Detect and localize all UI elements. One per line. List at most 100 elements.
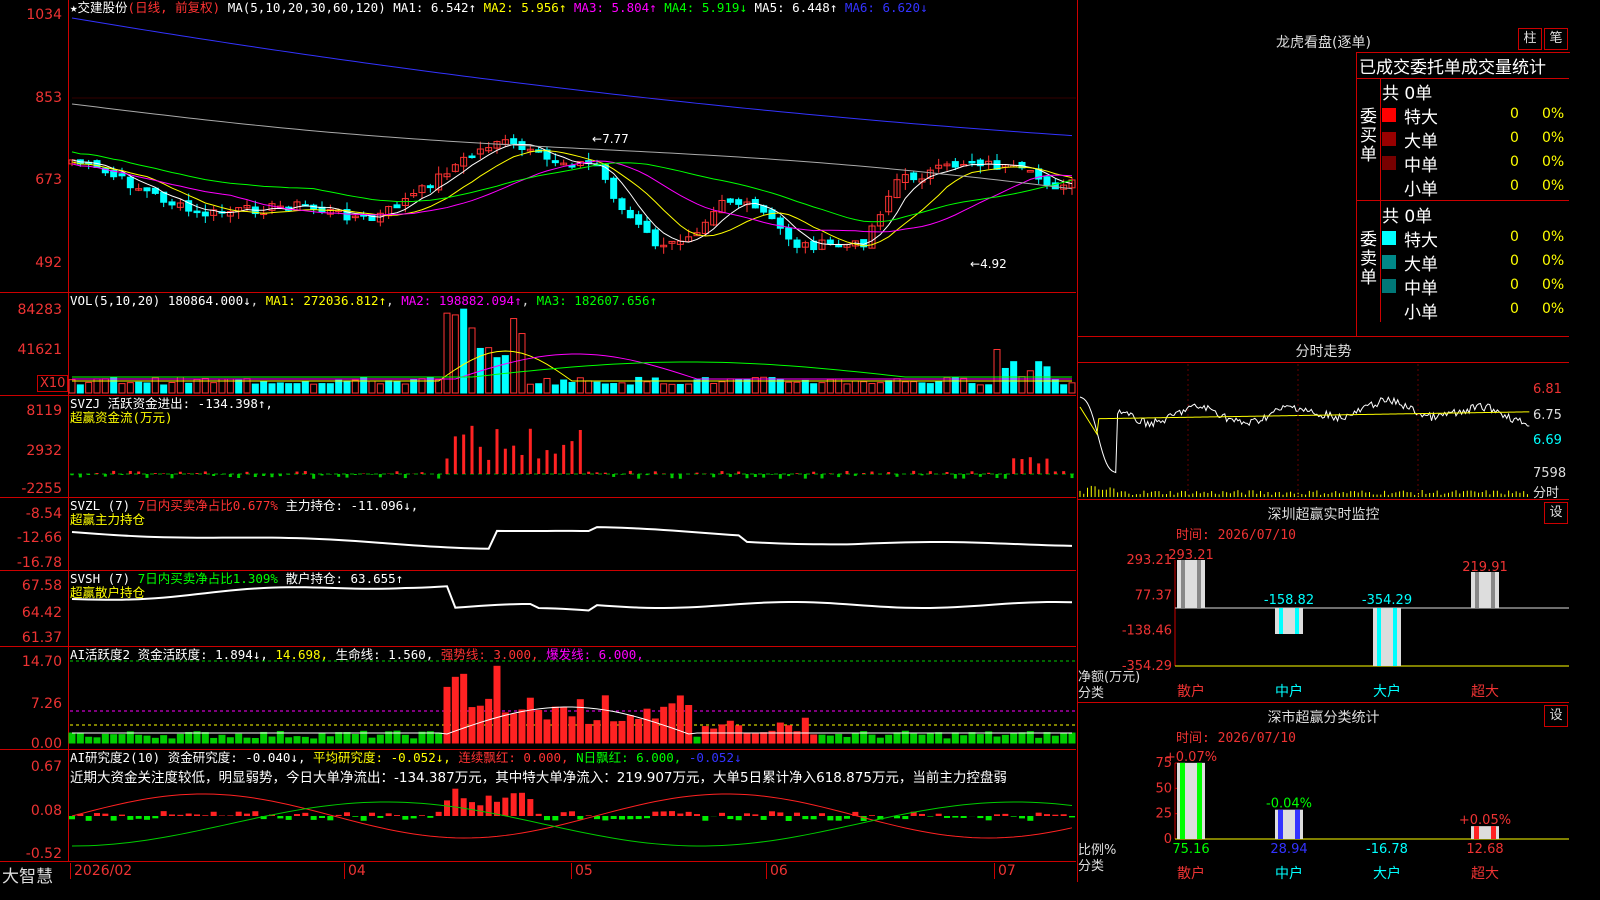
activity-bar (810, 734, 818, 744)
svsh-panel[interactable]: 67.58 64.42 61.37 SVSH (7) 7日内买卖净占比1.309… (0, 571, 1076, 647)
research-bar (1027, 816, 1034, 821)
volume-bar (668, 383, 676, 394)
volume-bar (435, 379, 443, 394)
svzl-panel[interactable]: -8.54 -12.66 -16.78 SVZL (7) 7日内买卖净占比0.6… (0, 498, 1076, 571)
stats-bar-shade (1197, 762, 1202, 839)
activity-bar (443, 686, 451, 744)
volume-bar (635, 376, 643, 394)
ai-activity-panel[interactable]: 14.70 7.26 0.00 AI活跃度2 资金活跃度: 1.894↓, 14… (0, 647, 1076, 751)
activity-bar (368, 737, 376, 744)
activity-bar (826, 735, 834, 744)
fund-bar (587, 471, 591, 474)
fund-bar (237, 474, 241, 478)
monitor-xlabel: 分类 (1078, 686, 1105, 701)
activity-bar (1035, 737, 1043, 744)
fund-bar (312, 474, 316, 479)
tick-mode-button[interactable]: 笔 (1544, 28, 1568, 50)
order-pct: 0% (1542, 178, 1565, 194)
fund-bar (795, 473, 799, 474)
fund-bar (1045, 458, 1049, 474)
volume-bar (135, 381, 143, 394)
stock-name[interactable]: 交建股份 (78, 0, 128, 15)
volume-bar (610, 383, 618, 394)
ma120-line (71, 17, 1073, 137)
intraday-tick: 6.75 (1533, 408, 1562, 423)
fund-bar (670, 474, 674, 479)
volume-bar (401, 383, 409, 394)
fund-bar (728, 474, 732, 477)
monitor-category: 超大 (1471, 684, 1499, 700)
activity-bar (993, 736, 1001, 744)
ma-value-2: MA2: 5.956↑ (483, 0, 574, 15)
activity-bar (501, 712, 509, 744)
volume-bar (560, 379, 568, 394)
ai-research-note: 近期大资金关注度较低，明显弱势，今日大单净流出：-134.387万元，其中特大单… (70, 770, 1007, 786)
monitor-tick: 77.37 (1135, 588, 1172, 603)
volume-bar (160, 384, 168, 394)
volume-bar (85, 381, 93, 394)
svzj-panel[interactable]: 8119 2932 -2255 SVZJ 活跃资金进出: -134.398↑, … (0, 396, 1076, 498)
price-panel[interactable]: 1034 853 673 492 ★交建股份(日线, 前复权) MA(5,10,… (0, 0, 1076, 293)
intraday-panel[interactable]: 分时走势 6.81 6.75 6.69 7598 分时 (1077, 337, 1569, 501)
volume-bar (768, 377, 776, 394)
volume-bar (968, 383, 976, 394)
volume-bar (568, 382, 576, 394)
candle-body (143, 187, 151, 192)
order-pct: 0% (1542, 277, 1565, 293)
volume-bar (185, 382, 193, 394)
research-bar (735, 816, 742, 821)
volume-bar (676, 383, 684, 394)
research-bar (419, 815, 425, 816)
stats-value: 28.94 (1270, 842, 1307, 857)
stats-change: +0.07% (1165, 750, 1217, 765)
fund-bar (553, 453, 557, 474)
activity-bar (343, 732, 351, 744)
fund-bar (512, 445, 516, 474)
order-type: 特大 (1404, 108, 1438, 128)
monitor-bar-shade (1393, 608, 1397, 666)
volume-bar (451, 314, 459, 394)
candle-body (193, 210, 201, 214)
volume-panel[interactable]: 84283 41621 X10 VOL(5,10,20) 180864.000↓… (0, 293, 1076, 396)
volume-bar (351, 379, 359, 394)
stats-tab[interactable]: 已成交委托单成交量统计 (1359, 53, 1546, 78)
ai-research-panel[interactable]: 0.67 0.08 -0.52 AI研究度2(10) 资金研究度: -0.040… (0, 750, 1076, 862)
svzl-ratio: 7日内买卖净占比0.677% (137, 498, 278, 513)
ai-res-label: AI研究度2(10) (70, 750, 161, 765)
ma-value-6: MA6: 6.620↓ (844, 0, 928, 15)
activity-bar (876, 737, 884, 744)
volume-bar (251, 383, 259, 394)
activity-bar (1060, 733, 1068, 744)
order-type: 特大 (1404, 231, 1438, 251)
volume-bar (601, 383, 609, 394)
volume-bar (685, 383, 693, 394)
research-bar (610, 816, 617, 819)
activity-bar (410, 738, 418, 744)
research-bar (527, 799, 534, 816)
activity-bar (151, 737, 159, 744)
volume-bar (751, 377, 759, 394)
candle-body (968, 160, 976, 164)
research-bar (202, 815, 209, 816)
volume-bar (643, 381, 651, 394)
volume-bar (710, 383, 718, 394)
research-bar (394, 815, 400, 816)
bar-mode-button[interactable]: 柱 (1518, 28, 1542, 50)
volume-bar (168, 381, 176, 394)
fund-bar (645, 474, 649, 476)
intraday-tick: 6.81 (1533, 382, 1562, 397)
vol-ma1: MA1: 272036.812↑ (265, 293, 387, 308)
intraday-price-line (1079, 396, 1530, 474)
volume-bar (393, 380, 401, 394)
fund-bar (737, 471, 741, 474)
fund-bar (720, 471, 724, 474)
color-swatch (1382, 303, 1396, 317)
fund-bar (437, 474, 441, 479)
buy-total: 共 0单 (1382, 84, 1433, 104)
research-bar (344, 812, 350, 816)
fund-bar (420, 472, 424, 474)
volume-bar (493, 357, 501, 394)
ai-res-nred: N日飘红: 6.000, (576, 750, 682, 765)
research-bar (227, 815, 234, 816)
candle-body (726, 198, 734, 203)
